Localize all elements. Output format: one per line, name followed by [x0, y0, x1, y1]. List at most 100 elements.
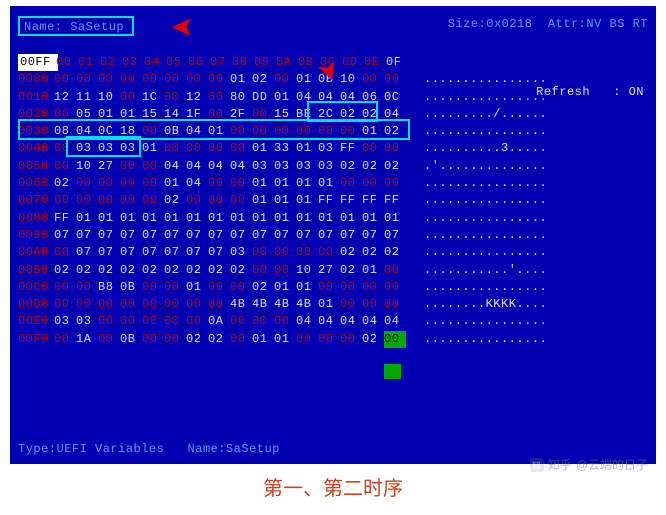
hex-cell[interactable]: 01 — [274, 175, 296, 192]
hex-cell[interactable]: 00 — [142, 313, 164, 330]
hex-cell[interactable]: 07 — [142, 244, 164, 261]
hex-cell[interactable]: 01 — [384, 210, 406, 227]
hex-cell[interactable]: 00 — [340, 279, 362, 296]
hex-cell[interactable]: 00 — [76, 279, 98, 296]
hex-cell[interactable]: 00 — [76, 192, 98, 209]
hex-cell[interactable]: 07 — [208, 227, 230, 244]
hex-cell[interactable]: 01 — [274, 210, 296, 227]
hex-row[interactable]: 00B002020202020202020200001027020100....… — [18, 262, 648, 279]
hex-cell[interactable]: 02 — [98, 262, 120, 279]
hex-cell[interactable]: 00 — [230, 140, 252, 157]
hex-cell[interactable]: 00 — [142, 279, 164, 296]
hex-cell[interactable]: 01 — [208, 123, 230, 140]
hex-cell[interactable]: 01 — [186, 210, 208, 227]
hex-cell[interactable]: 01 — [340, 210, 362, 227]
hex-row[interactable]: 006002000000000104000001010101000000....… — [18, 175, 648, 192]
hex-cell[interactable]: 07 — [274, 227, 296, 244]
hex-cell[interactable]: 01 — [296, 192, 318, 209]
hex-cell[interactable]: 07 — [120, 244, 142, 261]
hex-cell[interactable]: 02 — [164, 192, 186, 209]
hex-cell[interactable]: 00 — [120, 89, 142, 106]
hex-cell[interactable]: 00 — [98, 192, 120, 209]
hex-cell[interactable]: 00 — [362, 71, 384, 88]
hex-cell[interactable]: 01 — [296, 140, 318, 157]
hex-cell[interactable]: 00 — [54, 71, 76, 88]
hex-cell[interactable]: 01 — [76, 210, 98, 227]
hex-row[interactable]: 004000030303010000000001330103FF0000....… — [18, 140, 648, 157]
hex-cell[interactable]: 00 — [208, 192, 230, 209]
hex-cell[interactable]: 04 — [296, 313, 318, 330]
hex-cell[interactable]: 02 — [230, 262, 252, 279]
hex-cell[interactable]: 00 — [208, 279, 230, 296]
hex-cell[interactable]: 02 — [252, 71, 274, 88]
hex-row[interactable]: 003008040C18000B04010000000000000102....… — [18, 123, 648, 140]
hex-cell[interactable]: 03 — [274, 158, 296, 175]
hex-cell[interactable]: 00 — [384, 331, 406, 348]
hex-row[interactable]: 009007070707070707070707070707070707....… — [18, 227, 648, 244]
hex-cell[interactable]: 04 — [76, 123, 98, 140]
hex-cell[interactable]: 00 — [208, 106, 230, 123]
hex-cell[interactable]: 00 — [120, 158, 142, 175]
hex-cell[interactable]: 04 — [208, 158, 230, 175]
hex-row[interactable]: 00E0030300000000000A0000000404040404....… — [18, 313, 648, 330]
hex-cell[interactable]: 00 — [252, 106, 274, 123]
hex-cell[interactable]: 00 — [208, 175, 230, 192]
hex-cell[interactable]: 1A — [76, 331, 98, 348]
hex-cell[interactable]: 03 — [54, 313, 76, 330]
hex-cell[interactable]: 00 — [76, 175, 98, 192]
hex-cell[interactable]: 01 — [164, 175, 186, 192]
hex-cell[interactable]: 00 — [186, 313, 208, 330]
hex-cell[interactable]: 01 — [362, 262, 384, 279]
hex-cell[interactable]: 02 — [384, 244, 406, 261]
hex-cell[interactable]: 00 — [252, 244, 274, 261]
hex-cell[interactable]: 02 — [340, 244, 362, 261]
hex-cell[interactable]: 00 — [164, 313, 186, 330]
hex-cell[interactable]: 00 — [186, 71, 208, 88]
hex-cell[interactable]: 01 — [296, 175, 318, 192]
hex-cell[interactable]: 03 — [252, 158, 274, 175]
hex-cell[interactable]: 00 — [230, 175, 252, 192]
hex-cell[interactable]: 33 — [274, 140, 296, 157]
hex-cell[interactable]: 05 — [76, 106, 98, 123]
hex-cell[interactable]: 00 — [54, 106, 76, 123]
hex-cell[interactable]: FF — [384, 192, 406, 209]
hex-cell[interactable]: 01 — [318, 175, 340, 192]
hex-cell[interactable]: 00 — [384, 262, 406, 279]
hex-cell[interactable]: 00 — [54, 140, 76, 157]
hex-cell[interactable]: 01 — [252, 140, 274, 157]
hex-cell[interactable]: 18 — [120, 123, 142, 140]
hex-cell[interactable]: 07 — [362, 227, 384, 244]
hex-cell[interactable]: 07 — [98, 227, 120, 244]
hex-cell[interactable]: 00 — [296, 123, 318, 140]
hex-row[interactable]: 005000102700000404040403030303020202.'..… — [18, 158, 648, 175]
hex-cell[interactable]: 00 — [164, 71, 186, 88]
hex-cell[interactable]: 2F — [230, 106, 252, 123]
hex-cell[interactable]: 00 — [208, 296, 230, 313]
hex-cell[interactable]: 07 — [230, 227, 252, 244]
hex-cell[interactable]: 01 — [296, 279, 318, 296]
hex-row[interactable]: 00F0001A000B000002020001010000000200....… — [18, 331, 648, 348]
hex-cell[interactable]: 01 — [252, 192, 274, 209]
hex-cell[interactable]: 07 — [296, 227, 318, 244]
hex-cell[interactable]: 00 — [142, 71, 164, 88]
hex-cell[interactable]: 06 — [362, 89, 384, 106]
hex-cell[interactable]: 02 — [362, 331, 384, 348]
hex-cell[interactable]: 02 — [340, 262, 362, 279]
hex-cell[interactable]: 04 — [384, 313, 406, 330]
hex-cell[interactable]: 00 — [318, 331, 340, 348]
hex-cell[interactable]: 0C — [98, 123, 120, 140]
hex-cell[interactable]: 07 — [54, 227, 76, 244]
hex-cell[interactable]: 07 — [76, 244, 98, 261]
hex-cell[interactable]: 00 — [340, 331, 362, 348]
hex-cell[interactable]: 00 — [186, 296, 208, 313]
hex-cell[interactable]: 4B — [252, 296, 274, 313]
hex-cell[interactable]: 02 — [362, 244, 384, 261]
hex-cell[interactable]: 00 — [384, 296, 406, 313]
hex-cell[interactable]: 00 — [98, 313, 120, 330]
hex-cell[interactable]: 01 — [318, 296, 340, 313]
hex-cell[interactable]: 02 — [76, 262, 98, 279]
hex-cell[interactable]: 01 — [274, 89, 296, 106]
hex-cell[interactable]: 00 — [230, 192, 252, 209]
hex-cell[interactable]: 00 — [98, 296, 120, 313]
hex-cell[interactable]: 00 — [362, 296, 384, 313]
